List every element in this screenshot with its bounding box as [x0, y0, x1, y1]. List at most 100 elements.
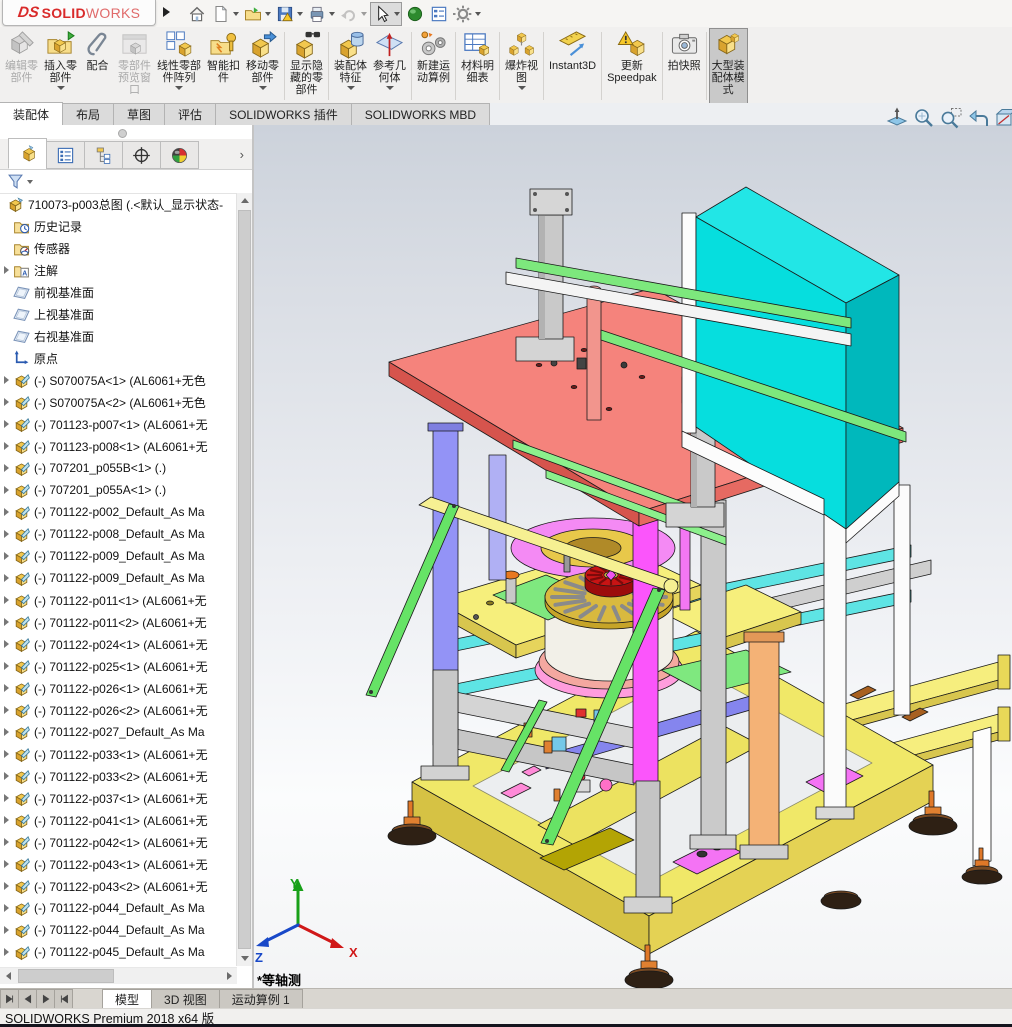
qa-new-document-button[interactable]	[210, 3, 240, 25]
panel-tab-featuremanager[interactable]	[8, 138, 47, 169]
dropdown-caret-icon[interactable]	[297, 12, 303, 16]
tree-component[interactable]: (-) 701122-p002_Default_As Ma	[0, 501, 237, 523]
tree-component[interactable]: (-) 701122-p009_Default_As Ma	[0, 545, 237, 567]
previous-view-button[interactable]	[966, 106, 990, 130]
ribbon-reference-geometry-button[interactable]: 参考几何体	[370, 28, 409, 104]
filter-caret-icon[interactable]	[27, 180, 33, 184]
tree-component[interactable]: (-) 701122-p026<1> (AL6061+无	[0, 677, 237, 699]
tree-item[interactable]: 传感器	[0, 237, 237, 259]
tree-component[interactable]: (-) 701122-p042<1> (AL6061+无	[0, 831, 237, 853]
zoom-fit-button[interactable]	[912, 106, 936, 130]
dropdown-caret-icon[interactable]	[347, 86, 355, 90]
sheet-nav-prev-button[interactable]	[18, 989, 37, 1009]
qa-print-button[interactable]	[306, 3, 336, 25]
tree-component[interactable]: (-) 707201_p055B<1> (.)	[0, 457, 237, 479]
tree-component[interactable]: (-) S070075A<2> (AL6061+无色	[0, 391, 237, 413]
expand-arrow-icon[interactable]	[0, 398, 13, 406]
expand-arrow-icon[interactable]	[0, 266, 13, 274]
dropdown-caret-icon[interactable]	[329, 12, 335, 16]
tree-component[interactable]: (-) S070075A<1> (AL6061+无色	[0, 369, 237, 391]
scroll-left-button[interactable]	[0, 968, 16, 984]
zoom-area-button[interactable]	[939, 106, 963, 130]
expand-arrow-icon[interactable]	[0, 904, 13, 912]
command-tab-2[interactable]: 草图	[113, 103, 165, 125]
expand-arrow-icon[interactable]	[0, 882, 13, 890]
qa-select-button[interactable]	[370, 2, 402, 26]
scroll-up-button[interactable]	[237, 193, 252, 208]
tree-component[interactable]: (-) 701122-p026<2> (AL6061+无	[0, 699, 237, 721]
tree-component[interactable]: (-) 701122-p044_Default_As Ma	[0, 919, 237, 941]
command-tab-3[interactable]: 评估	[164, 103, 216, 125]
tree-component[interactable]: (-) 701123-p008<1> (AL6061+无	[0, 435, 237, 457]
tree-component[interactable]: (-) 701122-p033<2> (AL6061+无	[0, 765, 237, 787]
tree-component[interactable]: (-) 701122-p037<1> (AL6061+无	[0, 787, 237, 809]
ribbon-exploded-view-button[interactable]: 爆炸视图	[502, 28, 541, 104]
filter-funnel-icon[interactable]	[7, 173, 24, 190]
ribbon-move-component-button[interactable]: 移动零部件	[243, 28, 282, 104]
tree-item[interactable]: A注解	[0, 259, 237, 281]
ribbon-insert-components-button[interactable]: 插入零部件	[41, 28, 80, 104]
tree-item[interactable]: 前视基准面	[0, 281, 237, 303]
expand-arrow-icon[interactable]	[0, 706, 13, 714]
expand-arrow-icon[interactable]	[0, 926, 13, 934]
expand-arrow-icon[interactable]	[0, 948, 13, 956]
tree-component[interactable]: (-) 701122-p043<1> (AL6061+无	[0, 853, 237, 875]
panel-tab-propertymanager[interactable]	[46, 141, 85, 169]
hscroll-thumb[interactable]	[18, 969, 114, 983]
dropdown-caret-icon[interactable]	[475, 12, 481, 16]
tree-component[interactable]: (-) 701122-p027_Default_As Ma	[0, 721, 237, 743]
dropdown-caret-icon[interactable]	[361, 12, 367, 16]
scroll-down-button[interactable]	[237, 951, 252, 966]
command-tab-5[interactable]: SOLIDWORKS MBD	[351, 103, 490, 125]
panel-tab-overflow-button[interactable]: ›	[240, 147, 244, 162]
dropdown-caret-icon[interactable]	[265, 12, 271, 16]
tree-component[interactable]: (-) 701122-p011<1> (AL6061+无	[0, 589, 237, 611]
sheet-nav-last-button[interactable]	[54, 989, 73, 1009]
qa-home-button[interactable]	[186, 3, 208, 25]
tree-component[interactable]: (-) 701122-p008_Default_As Ma	[0, 523, 237, 545]
command-tab-0[interactable]: 装配体	[0, 102, 63, 125]
sheet-tab-0[interactable]: 模型	[102, 989, 152, 1009]
ribbon-update-speedpak-button[interactable]: 更新Speedpak	[604, 28, 660, 104]
ribbon-smart-fasteners-button[interactable]: 智能扣件	[204, 28, 243, 104]
tree-component[interactable]: (-) 701122-p041<1> (AL6061+无	[0, 809, 237, 831]
tree-component[interactable]: (-) 707201_p055A<1> (.)	[0, 479, 237, 501]
tree-component[interactable]: (-) 701122-p043<2> (AL6061+无	[0, 875, 237, 897]
tree-component[interactable]: (-) 701122-p024<1> (AL6061+无	[0, 633, 237, 655]
expand-arrow-icon[interactable]	[0, 552, 13, 560]
tree-component[interactable]: (-) 701122-p011<2> (AL6061+无	[0, 611, 237, 633]
scroll-right-button[interactable]	[221, 968, 237, 984]
qa-performance-button[interactable]	[404, 3, 426, 25]
tree-horizontal-scrollbar[interactable]	[0, 967, 237, 984]
tree-item[interactable]: 原点	[0, 347, 237, 369]
expand-arrow-icon[interactable]	[0, 618, 13, 626]
panel-tab-configurationmanager[interactable]	[84, 141, 123, 169]
expand-arrow-icon[interactable]	[0, 662, 13, 670]
expand-arrow-icon[interactable]	[0, 442, 13, 450]
dropdown-caret-icon[interactable]	[518, 86, 526, 90]
command-tab-4[interactable]: SOLIDWORKS 插件	[215, 103, 352, 125]
ribbon-bill-of-materials-button[interactable]: 材料明细表	[458, 28, 497, 104]
expand-arrow-icon[interactable]	[0, 838, 13, 846]
qa-save-button[interactable]	[274, 3, 304, 25]
expand-arrow-icon[interactable]	[0, 728, 13, 736]
ribbon-take-snapshot-button[interactable]: 拍快照	[665, 28, 704, 104]
expand-arrow-icon[interactable]	[0, 420, 13, 428]
dropdown-caret-icon[interactable]	[259, 86, 267, 90]
tree-component[interactable]: (-) 701122-p009_Default_As Ma	[0, 567, 237, 589]
command-tab-1[interactable]: 布局	[62, 103, 114, 125]
section-view-button[interactable]	[993, 106, 1012, 130]
expand-arrow-icon[interactable]	[0, 486, 13, 494]
tree-item-root[interactable]: 710073-p003总图 (.<默认_显示状态-	[0, 193, 237, 215]
tree-vertical-scrollbar[interactable]	[236, 193, 252, 966]
sheet-tab-2[interactable]: 运动算例 1	[219, 989, 303, 1009]
ribbon-mate-button[interactable]: 配合	[80, 28, 115, 104]
panel-tab-displaymanager[interactable]	[160, 141, 199, 169]
menu-flyout-button[interactable]	[158, 2, 174, 22]
expand-arrow-icon[interactable]	[0, 750, 13, 758]
dropdown-caret-icon[interactable]	[233, 12, 239, 16]
tree-component[interactable]: (-) 701122-p045_Default_As Ma	[0, 941, 237, 963]
expand-arrow-icon[interactable]	[0, 640, 13, 648]
expand-arrow-icon[interactable]	[0, 508, 13, 516]
expand-arrow-icon[interactable]	[0, 596, 13, 604]
